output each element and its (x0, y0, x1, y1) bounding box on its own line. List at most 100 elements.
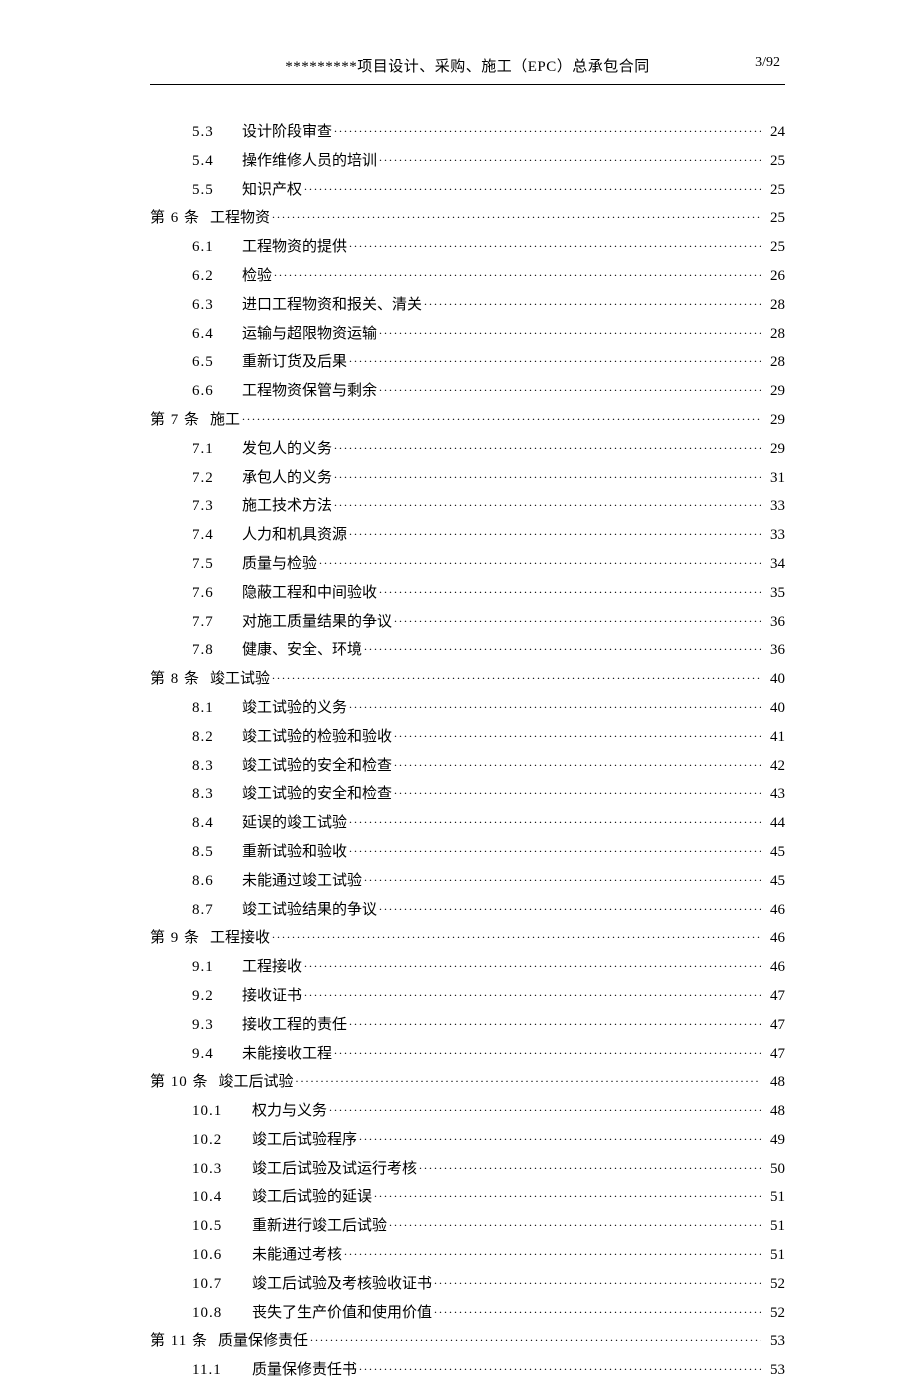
toc-page: 25 (763, 240, 785, 255)
toc-number: 8.4 (192, 816, 242, 831)
toc-number: 7.5 (192, 557, 242, 572)
toc-page: 41 (763, 730, 785, 745)
toc-item: 6.3进口工程物资和报关、清关28 (150, 294, 785, 313)
toc-label: 延误的竣工试验 (242, 816, 347, 831)
toc-number: 8.3 (192, 759, 242, 774)
toc-page: 48 (763, 1075, 785, 1090)
toc-page: 29 (763, 384, 785, 399)
toc-section: 第 6 条工程物资25 (150, 207, 785, 226)
toc-item: 10.3竣工后试验及试运行考核50 (150, 1158, 785, 1177)
toc-item: 7.2承包人的义务31 (150, 467, 785, 486)
toc-number: 7.1 (192, 442, 242, 457)
toc-number: 7.3 (192, 499, 242, 514)
toc-leader-dots (334, 1043, 761, 1058)
toc-page: 46 (763, 903, 785, 918)
toc-leader-dots (329, 1100, 761, 1115)
toc-page: 28 (763, 355, 785, 370)
toc-item: 5.4操作维修人员的培训25 (150, 150, 785, 169)
toc-label: 竣工后试验 (219, 1075, 294, 1090)
toc-item: 10.1权力与义务48 (150, 1100, 785, 1119)
toc-leader-dots (349, 812, 761, 827)
toc-label: 未能通过竣工试验 (242, 874, 362, 889)
toc-label: 隐蔽工程和中间验收 (242, 586, 377, 601)
toc-leader-dots (304, 956, 761, 971)
toc-leader-dots (349, 524, 761, 539)
toc-leader-dots (359, 1359, 761, 1374)
toc-section: 第 11 条质量保修责任53 (150, 1330, 785, 1349)
toc-item: 9.2接收证书47 (150, 985, 785, 1004)
toc-leader-dots (319, 553, 761, 568)
toc-label: 质量与检验 (242, 557, 317, 572)
toc-item: 7.4人力和机具资源33 (150, 524, 785, 543)
toc-item: 6.5重新订货及后果28 (150, 351, 785, 370)
toc-label: 检验 (242, 269, 272, 284)
toc-leader-dots (424, 294, 761, 309)
toc-number: 6.5 (192, 355, 242, 370)
toc-page: 46 (763, 960, 785, 975)
toc-page: 45 (763, 874, 785, 889)
toc-section: 第 8 条竣工试验40 (150, 668, 785, 687)
toc-leader-dots (334, 495, 761, 510)
toc-page: 33 (763, 528, 785, 543)
toc-number: 第 6 条 (150, 211, 200, 226)
toc-label: 工程物资 (210, 211, 270, 226)
toc-label: 未能接收工程 (242, 1047, 332, 1062)
toc-number: 6.4 (192, 327, 242, 342)
toc-label: 竣工试验的安全和检查 (242, 787, 392, 802)
toc-page: 52 (763, 1277, 785, 1292)
toc-item: 7.7对施工质量结果的争议36 (150, 611, 785, 630)
toc-page: 50 (763, 1162, 785, 1177)
toc-label: 工程接收 (210, 931, 270, 946)
toc-page: 29 (763, 413, 785, 428)
toc-number: 8.1 (192, 701, 242, 716)
toc-leader-dots (379, 380, 761, 395)
toc-leader-dots (272, 668, 761, 683)
toc-label: 接收工程的责任 (242, 1018, 347, 1033)
toc-label: 施工技术方法 (242, 499, 332, 514)
toc-label: 发包人的义务 (242, 442, 332, 457)
toc-number: 第 9 条 (150, 931, 200, 946)
toc-label: 竣工试验的安全和检查 (242, 759, 392, 774)
table-of-contents: 5.3设计阶段审查245.4操作维修人员的培训255.5知识产权25第 6 条工… (150, 121, 785, 1378)
toc-item: 6.1工程物资的提供25 (150, 236, 785, 255)
toc-page: 51 (763, 1190, 785, 1205)
toc-leader-dots (394, 611, 761, 626)
toc-number: 8.7 (192, 903, 242, 918)
toc-label: 知识产权 (242, 183, 302, 198)
toc-item: 7.8健康、安全、环境36 (150, 639, 785, 658)
toc-page: 43 (763, 787, 785, 802)
toc-number: 9.2 (192, 989, 242, 1004)
toc-leader-dots (379, 150, 761, 165)
toc-label: 运输与超限物资运输 (242, 327, 377, 342)
toc-label: 重新进行竣工后试验 (252, 1219, 387, 1234)
toc-label: 竣工后试验及试运行考核 (252, 1162, 417, 1177)
toc-leader-dots (349, 841, 761, 856)
toc-label: 竣工试验结果的争议 (242, 903, 377, 918)
toc-item: 10.6未能通过考核51 (150, 1244, 785, 1263)
header-title: *********项目设计、采购、施工（EPC）总承包合同 (285, 55, 650, 76)
toc-number: 6.1 (192, 240, 242, 255)
toc-item: 5.3设计阶段审查24 (150, 121, 785, 140)
toc-leader-dots (304, 985, 761, 1000)
toc-page: 40 (763, 672, 785, 687)
toc-number: 8.2 (192, 730, 242, 745)
toc-page: 42 (763, 759, 785, 774)
toc-item: 7.3施工技术方法33 (150, 495, 785, 514)
toc-page: 47 (763, 989, 785, 1004)
toc-page: 25 (763, 154, 785, 169)
toc-leader-dots (379, 582, 761, 597)
toc-leader-dots (334, 121, 761, 136)
toc-label: 设计阶段审查 (242, 125, 332, 140)
toc-leader-dots (349, 351, 761, 366)
toc-leader-dots (344, 1244, 761, 1259)
toc-number: 10.2 (192, 1133, 252, 1148)
toc-item: 10.4竣工后试验的延误51 (150, 1186, 785, 1205)
toc-number: 7.6 (192, 586, 242, 601)
toc-number: 第 11 条 (150, 1334, 208, 1349)
toc-leader-dots (394, 726, 761, 741)
toc-number: 5.3 (192, 125, 242, 140)
toc-leader-dots (272, 927, 761, 942)
toc-leader-dots (242, 409, 761, 424)
toc-number: 6.6 (192, 384, 242, 399)
toc-item: 8.6未能通过竣工试验45 (150, 870, 785, 889)
